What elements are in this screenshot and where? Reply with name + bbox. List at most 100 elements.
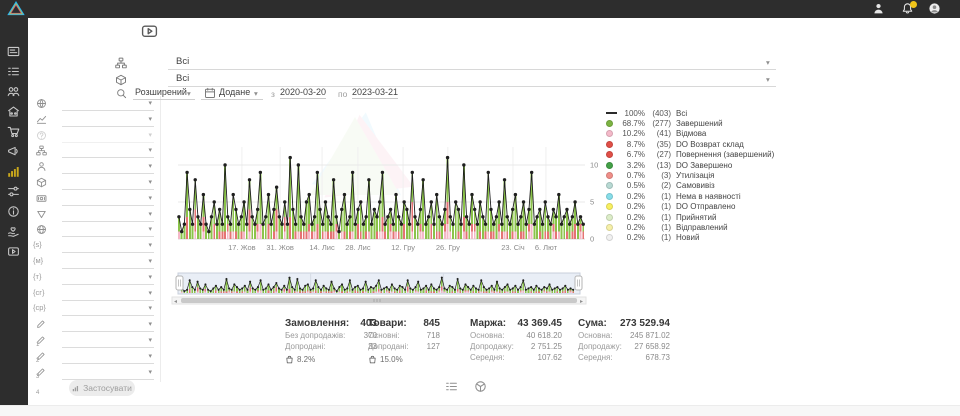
legend-percent: 100% [618,109,645,118]
chevron-down-icon: ▾ [766,75,770,84]
legend-label: Утилізація [676,171,714,180]
sitemap-icon [115,57,127,69]
sidebar-item-heart-hand[interactable] [7,225,21,239]
filter-select-8[interactable]: ▾ [62,208,154,222]
navigator-handle-left[interactable] [176,276,183,290]
chevron-down-icon: ▾ [148,241,152,250]
globe-icon [36,98,48,110]
scroll-right-arrow[interactable]: ▸ [580,298,583,305]
sidebar-item-dashboard[interactable] [7,45,21,59]
legend-item[interactable]: 68.7%(277)Завершений [606,118,794,128]
legend-count: (2) [645,181,671,190]
navigator-handle-right[interactable] [575,276,582,290]
legend-dot-swatch [606,203,618,210]
banknote-icon [36,193,48,205]
rows-icon[interactable] [445,380,458,393]
legend-item[interactable]: 0.2%(1)Прийнятий [606,212,794,222]
legend-item[interactable]: 0.2%(1)Відправлений [606,222,794,232]
filter-select-7[interactable]: ▾ [62,192,154,206]
user-icon[interactable] [872,2,886,16]
legend-dot-swatch [606,162,618,169]
stat-sub-value: 107.62 [538,353,562,364]
search-mode-underline[interactable] [133,87,195,100]
sidebar-item-list[interactable] [7,65,21,79]
search-icon[interactable] [116,88,128,100]
stat-sub-value: 40 618.20 [526,331,562,342]
chevron-down-icon: ▾ [148,115,152,124]
date-to-input[interactable]: 2023-03-21 [352,87,398,99]
filter-select-12[interactable]: ▾ [62,271,154,285]
sidebar-item-store[interactable] [7,105,21,119]
chevron-down-icon: ▾ [148,289,152,298]
filter-row-11: {м}▾ [28,255,160,269]
filter-select-13[interactable]: ▾ [62,287,154,301]
legend-item[interactable]: 100%(403)Всі [606,108,794,118]
filter-row-7: ▾ [28,192,160,206]
sidebar-item-video[interactable] [7,245,21,259]
avatar[interactable] [928,2,942,16]
sidebar-item-info[interactable] [7,205,21,219]
scrollbar-thumb[interactable] [181,298,577,303]
bag-percent-icon [368,355,377,364]
cart-icon [7,125,21,138]
cube-circle-icon[interactable] [474,380,487,393]
filter-select-9[interactable]: ▾ [62,223,154,237]
legend-item[interactable]: 8.7%(35)DO Возврат склад [606,139,794,149]
filter-select-2[interactable]: ▾ [62,113,154,127]
stat-sub-label: Допродані: [285,342,326,353]
legend-dot-swatch [606,214,618,221]
megaphone-icon [7,145,21,158]
legend-percent: 0.2% [618,213,645,222]
filter-select-16[interactable]: ▾ [62,334,154,348]
sidebar-item-sliders[interactable] [7,185,21,199]
filter-select-18[interactable]: ▾ [62,366,154,380]
stat-sub-value: 718 [427,331,440,342]
product-select[interactable] [168,74,776,87]
presentation-icon[interactable] [141,23,165,40]
legend-percent: 8.7% [618,140,645,149]
filter-select-4[interactable]: ▾ [62,144,154,158]
legend-percent: 6.7% [618,150,645,159]
apply-filters-button[interactable]: Застосувати [69,380,135,396]
filter-select-17[interactable]: ▾ [62,350,154,364]
filter-select-14[interactable]: ▾ [62,302,154,316]
sidebar-item-analytics[interactable] [7,165,21,179]
date-from-input[interactable]: 2020-03-20 [280,87,326,99]
legend-item[interactable]: 6.7%(27)Повернення (завершений) [606,150,794,160]
legend-item[interactable]: 0.5%(2)Самовивіз [606,181,794,191]
date-field-underline[interactable] [201,87,263,100]
svg-text:0: 0 [590,235,594,244]
sidebar-item-cart[interactable] [7,125,21,139]
stat-title: Товари: [368,318,407,331]
legend-count: (35) [645,140,671,149]
chart-navigator[interactable]: ◂▸ [165,268,805,313]
legend-item[interactable]: 10.2%(41)Відмова [606,129,794,139]
app-logo[interactable] [7,1,25,16]
filter-row-2: ▾ [28,113,160,127]
sidebar-item-users[interactable] [7,85,21,99]
legend-item[interactable]: 3.2%(13)DO Завершено [606,160,794,170]
chevron-down-icon: ▾ [148,352,152,361]
svg-text:28. Лис: 28. Лис [345,243,371,252]
status-group-select[interactable] [168,57,776,70]
stat-sub-label: Основні: [368,331,400,342]
funnel-icon [36,209,48,221]
filter-select-15[interactable]: ▾ [62,318,154,332]
filter-select-5[interactable]: ▾ [62,160,154,174]
sidebar-item-megaphone[interactable] [7,145,21,159]
legend-item[interactable]: 0.2%(1)Новий [606,233,794,243]
legend-label: Всі [676,109,687,118]
chevron-down-icon: ▾ [148,257,152,266]
legend-item[interactable]: 0.2%(1)Нема в наявності [606,191,794,201]
filter-select-11[interactable]: ▾ [62,255,154,269]
filter-select-6[interactable]: ▾ [62,176,154,190]
filter-select-3[interactable]: ▾ [62,129,154,143]
stat-sub-label: Без допродажів: [285,331,345,342]
legend-label: DO Завершено [676,161,732,170]
filter-select-10[interactable]: ▾ [62,239,154,253]
legend-item[interactable]: 0.2%(1)DO Отправлено [606,202,794,212]
app-header [0,0,960,18]
legend-item[interactable]: 0.7%(3)Утилізація [606,170,794,180]
globe-grid-icon [36,224,48,236]
scroll-left-arrow[interactable]: ◂ [174,298,177,305]
